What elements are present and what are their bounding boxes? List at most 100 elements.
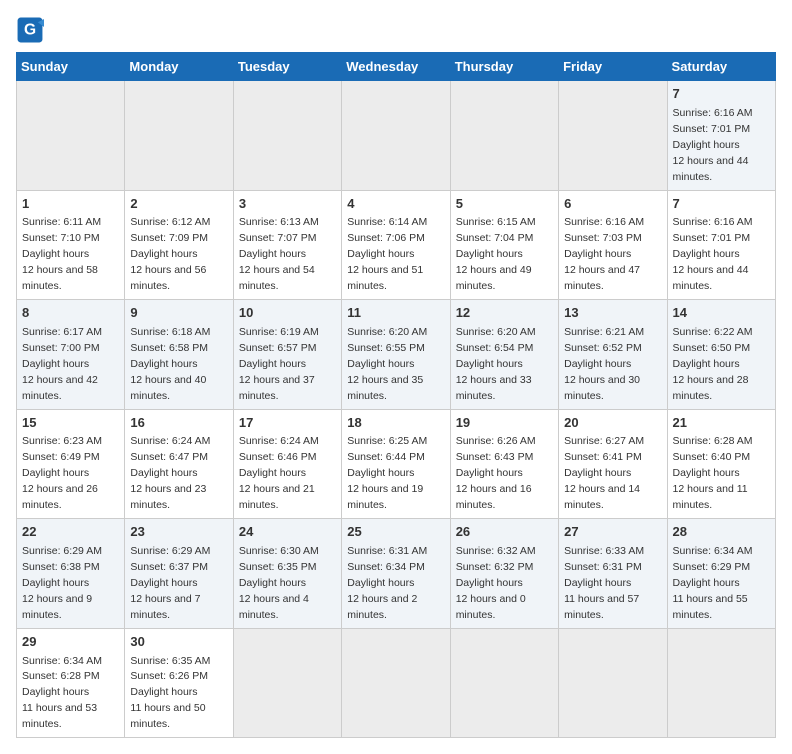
calendar-row: 29Sunrise: 6:34 AMSunset: 6:28 PMDayligh… [17,628,776,738]
cell-info: Sunrise: 6:11 AMSunset: 7:10 PMDaylight … [22,216,101,292]
cell-info: Sunrise: 6:20 AMSunset: 6:55 PMDaylight … [347,326,427,402]
day-number: 9 [130,304,227,323]
calendar-cell [233,81,341,191]
day-number: 20 [564,414,661,433]
day-number: 6 [564,195,661,214]
calendar-cell [450,81,558,191]
day-number: 3 [239,195,336,214]
calendar-cell: 8 Sunrise: 6:17 AMSunset: 7:00 PMDaylight… [17,300,125,410]
day-number: 14 [673,304,770,323]
calendar-cell: 7 Sunrise: 6:16 AMSunset: 7:01 PMDaylight… [667,190,775,300]
day-header-sunday: Sunday [17,53,125,81]
calendar-table: SundayMondayTuesdayWednesdayThursdayFrid… [16,52,776,738]
day-number: 24 [239,523,336,542]
cell-info: Sunrise: 6:25 AMSunset: 6:44 PMDaylight … [347,435,427,511]
cell-info: Sunrise: 6:34 AMSunset: 6:29 PMDaylight … [673,545,753,621]
day-number: 17 [239,414,336,433]
calendar-row: 15 Sunrise: 6:23 AMSunset: 6:49 PMDayligh… [17,409,776,519]
calendar-cell: 11 Sunrise: 6:20 AMSunset: 6:55 PMDayligh… [342,300,450,410]
cell-info: Sunrise: 6:26 AMSunset: 6:43 PMDaylight … [456,435,536,511]
day-number: 26 [456,523,553,542]
day-number: 30 [130,633,227,652]
calendar-cell: 2 Sunrise: 6:12 AMSunset: 7:09 PMDaylight… [125,190,233,300]
day-number: 4 [347,195,444,214]
calendar-cell [559,628,667,738]
calendar-cell: 3 Sunrise: 6:13 AMSunset: 7:07 PMDaylight… [233,190,341,300]
day-number: 12 [456,304,553,323]
calendar-cell: 16 Sunrise: 6:24 AMSunset: 6:47 PMDayligh… [125,409,233,519]
day-header-wednesday: Wednesday [342,53,450,81]
calendar-cell: 1 Sunrise: 6:11 AMSunset: 7:10 PMDaylight… [17,190,125,300]
cell-info: Sunrise: 6:12 AMSunset: 7:09 PMDaylight … [130,216,210,292]
day-number: 8 [22,304,119,323]
day-number: 15 [22,414,119,433]
day-header-tuesday: Tuesday [233,53,341,81]
logo-icon: G [16,16,44,44]
day-header-friday: Friday [559,53,667,81]
day-number: 16 [130,414,227,433]
calendar-cell: 21Sunrise: 6:28 AMSunset: 6:40 PMDayligh… [667,409,775,519]
day-number: 19 [456,414,553,433]
calendar-cell [342,628,450,738]
cell-info: Sunrise: 6:17 AMSunset: 7:00 PMDaylight … [22,326,102,402]
calendar-cell [667,628,775,738]
calendar-cell [450,628,558,738]
calendar-cell [125,81,233,191]
calendar-row: 1 Sunrise: 6:11 AMSunset: 7:10 PMDaylight… [17,190,776,300]
cell-info: Sunrise: 6:16 AMSunset: 7:03 PMDaylight … [564,216,644,292]
calendar-cell: 6 Sunrise: 6:16 AMSunset: 7:03 PMDaylight… [559,190,667,300]
calendar-cell: 19 Sunrise: 6:26 AMSunset: 6:43 PMDayligh… [450,409,558,519]
calendar-cell: 5 Sunrise: 6:15 AMSunset: 7:04 PMDaylight… [450,190,558,300]
day-number: 11 [347,304,444,323]
calendar-cell: 12 Sunrise: 6:20 AMSunset: 6:54 PMDayligh… [450,300,558,410]
cell-info: Sunrise: 6:16 AMSunset: 7:01 PMDaylight … [673,107,753,183]
cell-info: Sunrise: 6:21 AMSunset: 6:52 PMDaylight … [564,326,644,402]
cell-info: Sunrise: 6:31 AMSunset: 6:34 PMDaylight … [347,545,427,621]
cell-info: Sunrise: 6:27 AMSunset: 6:41 PMDaylight … [564,435,644,511]
calendar-cell: 7 Sunrise: 6:16 AMSunset: 7:01 PMDaylight… [667,81,775,191]
svg-text:G: G [24,22,36,39]
calendar-cell: 4 Sunrise: 6:14 AMSunset: 7:06 PMDaylight… [342,190,450,300]
day-number: 27 [564,523,661,542]
calendar-cell: 29Sunrise: 6:34 AMSunset: 6:28 PMDayligh… [17,628,125,738]
cell-info: Sunrise: 6:13 AMSunset: 7:07 PMDaylight … [239,216,319,292]
day-header-monday: Monday [125,53,233,81]
calendar-cell: 9 Sunrise: 6:18 AMSunset: 6:58 PMDaylight… [125,300,233,410]
cell-info: Sunrise: 6:14 AMSunset: 7:06 PMDaylight … [347,216,427,292]
cell-info: Sunrise: 6:23 AMSunset: 6:49 PMDaylight … [22,435,102,511]
day-number: 18 [347,414,444,433]
day-number: 21 [673,414,770,433]
calendar-cell: 15 Sunrise: 6:23 AMSunset: 6:49 PMDayligh… [17,409,125,519]
calendar-cell: 17 Sunrise: 6:24 AMSunset: 6:46 PMDayligh… [233,409,341,519]
calendar-cell: 14 Sunrise: 6:22 AMSunset: 6:50 PMDayligh… [667,300,775,410]
calendar-cell: 18 Sunrise: 6:25 AMSunset: 6:44 PMDayligh… [342,409,450,519]
cell-info: Sunrise: 6:19 AMSunset: 6:57 PMDaylight … [239,326,319,402]
calendar-row: 7 Sunrise: 6:16 AMSunset: 7:01 PMDaylight… [17,81,776,191]
day-number: 7 [673,195,770,214]
calendar-cell: 20 Sunrise: 6:27 AMSunset: 6:41 PMDayligh… [559,409,667,519]
day-header-saturday: Saturday [667,53,775,81]
calendar-cell: 13 Sunrise: 6:21 AMSunset: 6:52 PMDayligh… [559,300,667,410]
cell-info: Sunrise: 6:18 AMSunset: 6:58 PMDaylight … [130,326,210,402]
cell-info: Sunrise: 6:22 AMSunset: 6:50 PMDaylight … [673,326,753,402]
calendar-cell: 30 Sunrise: 6:35 AMSunset: 6:26 PMDayligh… [125,628,233,738]
cell-info: Sunrise: 6:32 AMSunset: 6:32 PMDaylight … [456,545,536,621]
cell-info: Sunrise: 6:15 AMSunset: 7:04 PMDaylight … [456,216,536,292]
day-number: 2 [130,195,227,214]
cell-info: Sunrise: 6:29 AMSunset: 6:38 PMDaylight … [22,545,102,621]
cell-info: Sunrise: 6:20 AMSunset: 6:54 PMDaylight … [456,326,536,402]
cell-info: Sunrise: 6:24 AMSunset: 6:47 PMDaylight … [130,435,210,511]
calendar-cell [233,628,341,738]
calendar-cell: 10Sunrise: 6:19 AMSunset: 6:57 PMDayligh… [233,300,341,410]
day-number: 13 [564,304,661,323]
logo: G [16,16,48,44]
cell-info: Sunrise: 6:24 AMSunset: 6:46 PMDaylight … [239,435,319,511]
day-number: 1 [22,195,119,214]
day-number: 25 [347,523,444,542]
cell-info: Sunrise: 6:34 AMSunset: 6:28 PMDaylight … [22,655,102,731]
day-number: 7 [673,85,770,104]
day-number: 5 [456,195,553,214]
cell-info: Sunrise: 6:35 AMSunset: 6:26 PMDaylight … [130,655,210,731]
calendar-row: 8 Sunrise: 6:17 AMSunset: 7:00 PMDaylight… [17,300,776,410]
cell-info: Sunrise: 6:16 AMSunset: 7:01 PMDaylight … [673,216,753,292]
